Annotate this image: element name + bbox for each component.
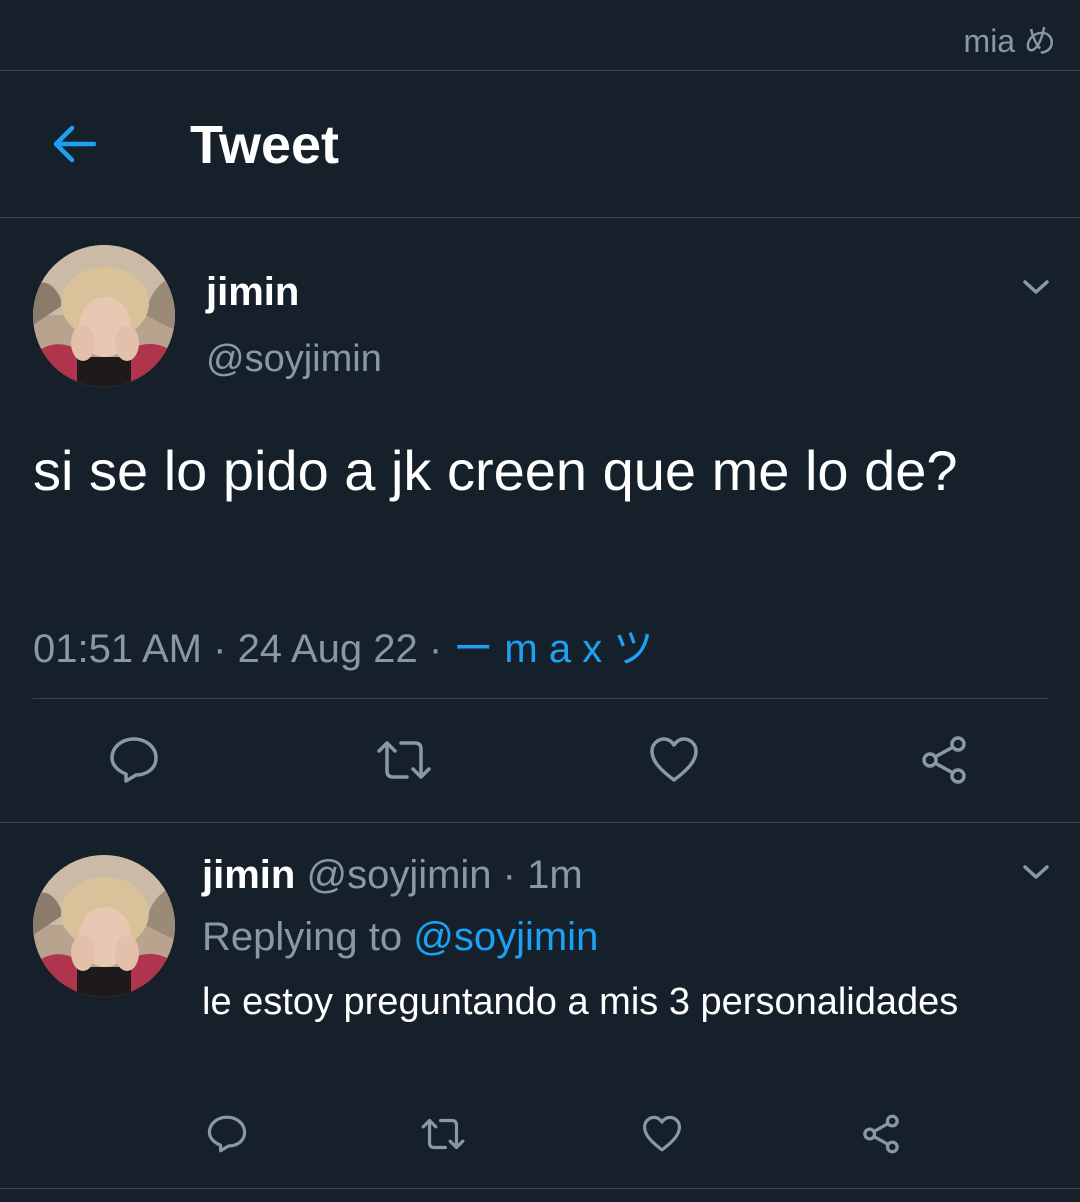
- like-button[interactable]: [642, 728, 706, 792]
- share-button[interactable]: [856, 1109, 906, 1159]
- meta-separator: ·: [202, 627, 238, 671]
- tweet-date: 24 Aug 22: [237, 627, 418, 671]
- more-options-button[interactable]: [1016, 272, 1056, 302]
- tweet-meta: 01:51 AM · 24 Aug 22 · ー m a x ツ: [33, 616, 653, 674]
- meta-separator: ·: [491, 853, 528, 897]
- replying-to-label: Replying to: [202, 915, 414, 959]
- author-name[interactable]: jimin: [202, 853, 295, 897]
- back-button[interactable]: [46, 120, 102, 168]
- tweet-age: 1m: [527, 853, 583, 897]
- share-icon: [863, 1114, 899, 1154]
- avatar[interactable]: [33, 245, 175, 387]
- status-bar: mia め: [0, 0, 1080, 71]
- reply-icon: [110, 737, 158, 783]
- tweet-source-link[interactable]: ー m a x ツ: [453, 627, 653, 671]
- replying-to: Replying to @soyjimin: [202, 915, 598, 960]
- replying-to-link[interactable]: @soyjimin: [413, 915, 598, 959]
- reply-icon: [207, 1115, 247, 1153]
- reply-button[interactable]: [102, 728, 166, 792]
- retweet-icon: [421, 1118, 465, 1150]
- divider: [0, 1188, 1080, 1189]
- main-tweet: jimin @soyjimin si se lo pido a jk creen…: [0, 218, 1080, 822]
- tweet-text: le estoy preguntando a mis 3 personalida…: [202, 981, 959, 1023]
- like-button[interactable]: [637, 1109, 687, 1159]
- retweet-icon: [377, 741, 431, 779]
- divider: [33, 698, 1048, 699]
- tweet-text: si se lo pido a jk creen que me lo de?: [33, 439, 958, 502]
- author-handle[interactable]: @soyjimin: [206, 338, 382, 381]
- reply-header: jimin @soyjimin · 1m: [202, 853, 583, 898]
- retweet-button[interactable]: [418, 1109, 468, 1159]
- tweet-time: 01:51 AM: [33, 627, 203, 671]
- share-icon: [922, 736, 966, 784]
- status-bar-text: mia め: [963, 23, 1056, 59]
- author-name[interactable]: jimin: [206, 270, 299, 315]
- chevron-down-icon: [1023, 865, 1049, 879]
- avatar[interactable]: [33, 855, 175, 997]
- arrow-left-icon: [53, 125, 97, 163]
- like-icon: [642, 1115, 681, 1152]
- reply-tweet[interactable]: jimin @soyjimin · 1m Replying to @soyjim…: [0, 823, 1080, 1188]
- author-handle[interactable]: @soyjimin: [306, 853, 491, 897]
- share-button[interactable]: [912, 728, 976, 792]
- page-title: Tweet: [190, 115, 340, 175]
- chevron-down-icon: [1023, 280, 1049, 294]
- meta-separator: ·: [417, 627, 454, 671]
- retweet-button[interactable]: [372, 728, 436, 792]
- more-options-button[interactable]: [1016, 857, 1056, 887]
- reply-button[interactable]: [202, 1109, 252, 1159]
- like-icon: [650, 737, 698, 782]
- top-app-bar: Tweet: [0, 70, 1080, 218]
